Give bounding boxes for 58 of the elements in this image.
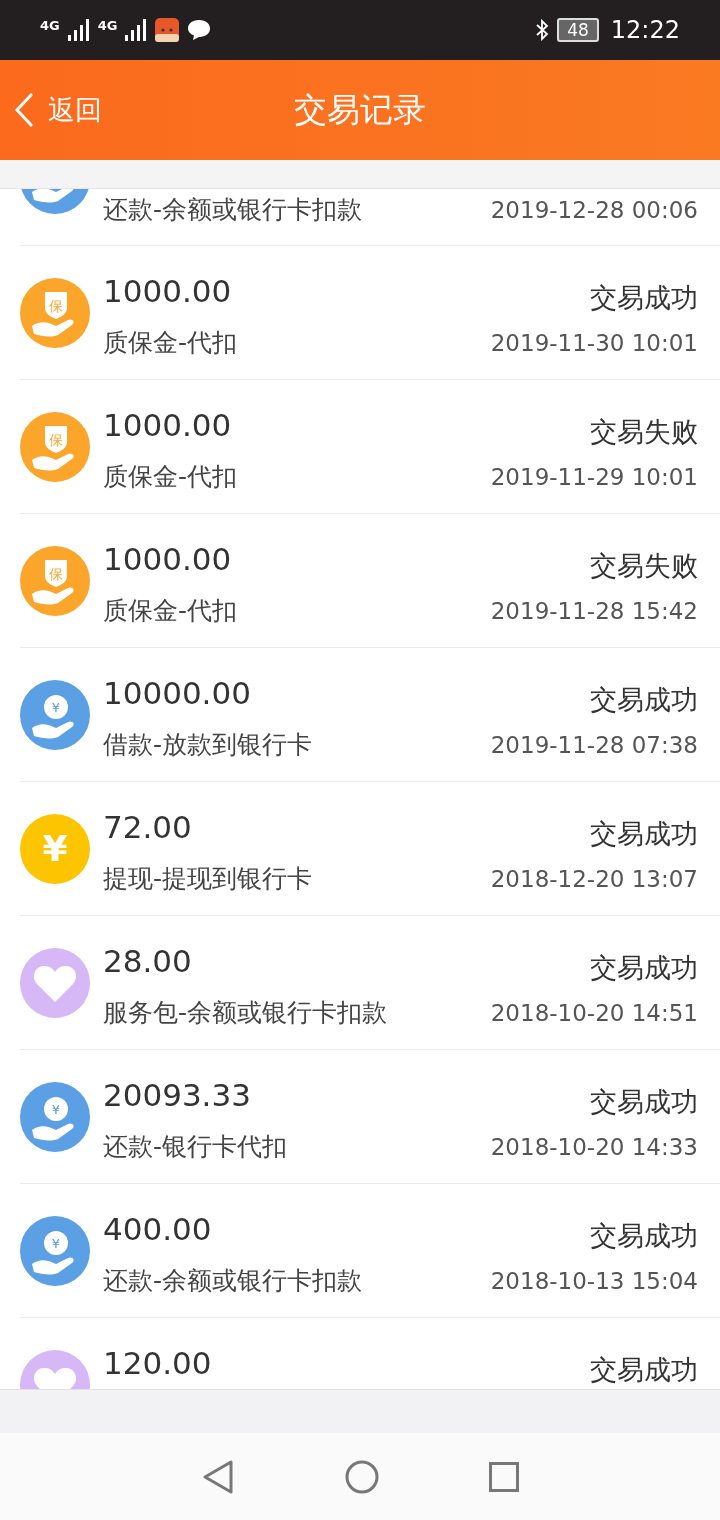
network-label: 4G (40, 18, 60, 33)
status: 交易成功 (590, 1221, 698, 1251)
status: 交易失败 (590, 417, 698, 447)
date: 2019-11-29 10:01 (490, 463, 698, 492)
description: 还款-余额或银行卡扣款 (103, 1265, 363, 1297)
amount: 1000.00 (103, 406, 232, 445)
amount: 10000.00 (103, 674, 251, 713)
back-nav-icon[interactable] (201, 1458, 235, 1495)
hand-coin-icon: ¥ (20, 1082, 90, 1152)
message-icon (187, 19, 212, 41)
description: 还款-余额或银行卡扣款 (103, 194, 363, 226)
description: 服务包-余额或银行卡扣款 (103, 997, 388, 1029)
status: 交易成功 (590, 283, 698, 313)
status: 交易成功 (590, 1087, 698, 1117)
hand-shield-icon: 保 (20, 278, 90, 348)
status: 交易失败 (590, 551, 698, 581)
amount: 20093.33 (103, 1076, 251, 1115)
page-title: 交易记录 (294, 88, 426, 131)
description: 质保金-代扣 (103, 327, 238, 359)
status: 交易成功 (590, 1355, 698, 1385)
status: 交易成功 (590, 685, 698, 715)
description: 借款-放款到银行卡 (103, 729, 313, 761)
hand-shield-icon: 保 (20, 412, 90, 482)
battery-indicator: 48 (557, 18, 599, 42)
date: 2019-12-28 00:06 (490, 196, 698, 225)
date: 2019-11-28 15:42 (490, 597, 698, 626)
hand-coin-icon: ¥ (20, 1216, 90, 1286)
recents-nav-icon[interactable] (489, 1461, 519, 1492)
date: 2018-10-20 14:33 (490, 1133, 698, 1162)
date: 2019-11-28 07:38 (490, 731, 698, 760)
description: 质保金-代扣 (103, 595, 238, 627)
signal-icon (67, 19, 90, 41)
back-button[interactable]: 返回 (10, 88, 106, 132)
date: 2019-11-30 10:01 (490, 329, 698, 358)
description: 质保金-代扣 (103, 461, 238, 493)
home-nav-icon[interactable] (345, 1459, 379, 1494)
date: 2018-10-20 14:51 (490, 999, 698, 1028)
amount: 120.00 (103, 1344, 212, 1383)
date: 2018-10-13 15:04 (490, 1267, 698, 1296)
network-label: 4G (97, 18, 118, 33)
status: 交易成功 (590, 953, 698, 983)
description: 还款-银行卡代扣 (103, 1131, 288, 1163)
hand-coin-icon: ¥ (20, 680, 90, 750)
bluetooth-icon (535, 19, 550, 41)
yen-coin-icon: ¥ (20, 814, 90, 884)
amount: 28.00 (103, 942, 192, 981)
description: 提现-提现到银行卡 (103, 863, 313, 895)
amount: 1000.00 (103, 272, 232, 311)
amount: 72.00 (103, 808, 192, 847)
app-icon (155, 18, 180, 42)
signal-icon (125, 19, 148, 41)
date: 2018-12-20 13:07 (490, 865, 698, 894)
chevron-left-icon (14, 92, 34, 128)
hand-shield-icon: 保 (20, 546, 90, 616)
clock: 12:22 (610, 16, 680, 44)
amount: 1000.00 (103, 540, 232, 579)
status: 交易成功 (590, 819, 698, 849)
amount: 400.00 (103, 1210, 212, 1249)
